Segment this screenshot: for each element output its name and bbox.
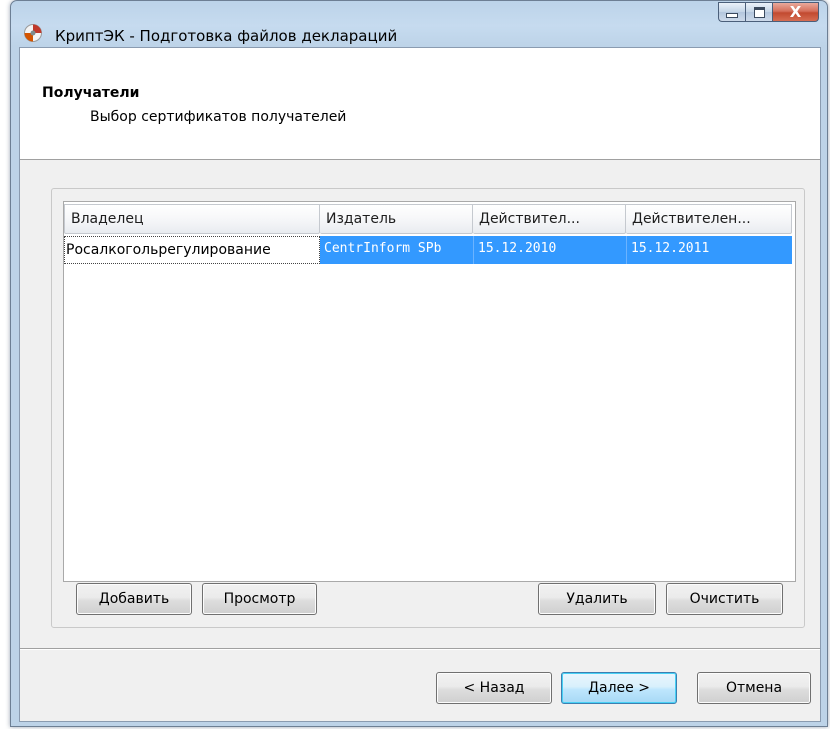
cell-valid-from: 15.12.2010 [473,236,626,264]
column-header-valid-to[interactable]: Действителен... [626,204,792,234]
minimize-icon [726,13,738,18]
certificates-list[interactable]: Владелец Издатель Действител... Действит… [63,201,796,582]
cell-issuer: CentrInform SPb [320,236,473,264]
title-bar[interactable]: КриптЭК - Подготовка файлов деклараций X [11,1,827,47]
cancel-button[interactable]: Отмена [697,672,811,704]
close-icon: X [789,3,802,21]
column-header-issuer[interactable]: Издатель [320,204,473,234]
delete-button[interactable]: Удалить [538,583,656,615]
wizard-header: Получатели Выбор сертификатов получателе… [20,48,820,160]
clear-button[interactable]: Очистить [666,583,783,615]
next-button[interactable]: Далее > [561,672,677,704]
minimize-button[interactable] [718,2,745,22]
maximize-icon [753,6,765,18]
wizard-client-area: Получатели Выбор сертификатов получателе… [19,47,821,722]
footer-divider [20,648,820,650]
maximize-button[interactable] [745,2,772,22]
page-subtitle: Выбор сертификатов получателей [90,109,347,125]
list-header: Владелец Издатель Действител... Действит… [64,204,795,234]
column-header-owner[interactable]: Владелец [64,204,320,234]
back-button[interactable]: < Назад [436,672,552,704]
cryptek-app-icon [24,24,42,42]
column-header-valid-from[interactable]: Действител... [473,204,626,234]
wizard-window: КриптЭК - Подготовка файлов деклараций X… [10,0,828,727]
cell-valid-to: 15.12.2011 [626,236,792,264]
view-button[interactable]: Просмотр [202,583,317,615]
caption-buttons: X [718,2,819,22]
page-title: Получатели [42,85,140,101]
close-button[interactable]: X [772,2,819,22]
cell-owner: Росалкогольрегулирование [64,236,320,264]
table-row[interactable]: Росалкогольрегулирование CentrInform SPb… [64,236,795,264]
add-button[interactable]: Добавить [76,583,192,615]
window-title: КриптЭК - Подготовка файлов деклараций [55,27,398,45]
